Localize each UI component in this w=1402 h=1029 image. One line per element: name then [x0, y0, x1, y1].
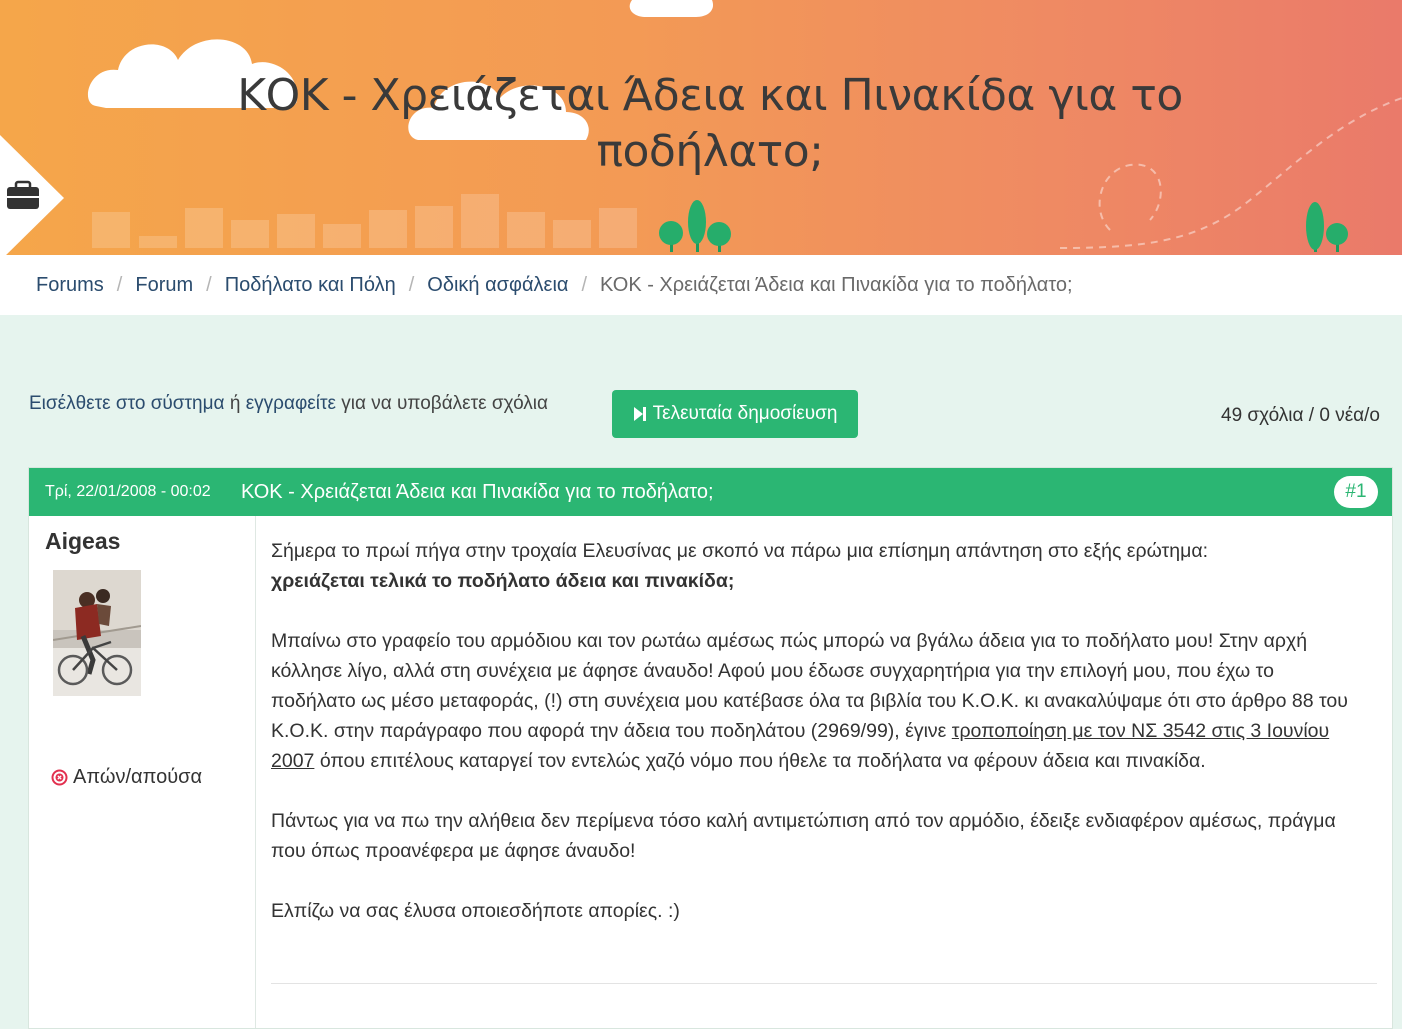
comment-date: Τρί, 22/01/2008 - 00:02 — [45, 483, 211, 500]
login-note: Εισέλθετε στο σύστημα ή εγγραφείτε για ν… — [29, 393, 548, 415]
comment-permalink[interactable]: #1 — [1334, 476, 1378, 508]
comment-p1-text: Σήμερα το πρωί πήγα στην τροχαία Ελευσίν… — [271, 540, 1209, 562]
comment-paragraph-2: Μπαίνω στο γραφείο του αρμόδιου και τον … — [271, 626, 1361, 776]
author-status: Απών/απούσα — [51, 766, 202, 789]
side-menu-toggle[interactable] — [0, 135, 64, 255]
briefcase-icon — [0, 135, 64, 255]
login-or-text: ή — [229, 393, 241, 414]
skyline-decoration — [92, 194, 637, 248]
page-banner: ΚΟΚ - Χρειάζεται Άδεια και Πινακίδα για … — [0, 0, 1402, 255]
avatar[interactable] — [53, 570, 141, 696]
breadcrumb-separator: / — [581, 274, 588, 296]
comment-header: Τρί, 22/01/2008 - 00:02 ΚΟΚ - Χρειάζεται… — [29, 468, 1392, 516]
author-pane: Aigeas Απών/απούσα — [29, 516, 256, 1028]
breadcrumb-separator: / — [206, 274, 212, 296]
breadcrumb-link-forum[interactable]: Forum — [135, 255, 193, 315]
breadcrumb-link-forums[interactable]: Forums — [36, 255, 104, 315]
comment-divider — [271, 983, 1377, 984]
login-link[interactable]: Εισέλθετε στο σύστημα — [29, 393, 225, 414]
comment-card: Τρί, 22/01/2008 - 00:02 ΚΟΚ - Χρειάζεται… — [28, 467, 1393, 1029]
breadcrumb: Forums / Forum / Ποδήλατο και Πόλη / Οδι… — [0, 255, 1402, 315]
breadcrumb-current: ΚΟΚ - Χρειάζεται Άδεια και Πινακίδα για … — [600, 274, 1073, 296]
comment-paragraph-3: Πάντως για να πω την αλήθεια δεν περίμεν… — [271, 810, 1336, 862]
breadcrumb-separator: / — [408, 274, 415, 296]
comment-count: 49 σχόλια / 0 νέα/ο — [1221, 405, 1380, 426]
comment-p2-after: όπου επιτέλους καταργεί τον εντελώς χαζό… — [319, 750, 1206, 772]
login-note-suffix: για να υποβάλετε σχόλια — [341, 393, 549, 414]
comment-paragraph-1: Σήμερα το πρωί πήγα στην τροχαία Ελευσίν… — [271, 536, 1361, 596]
skip-forward-icon — [633, 407, 646, 421]
page-title: ΚΟΚ - Χρειάζεται Άδεια και Πινακίδα για … — [237, 70, 1183, 177]
breadcrumb-link-road-safety[interactable]: Οδική ασφάλεια — [427, 255, 568, 315]
last-post-button-label: Τελευταία δημοσίευση — [652, 403, 838, 424]
comment-p1-bold: χρειάζεται τελικά το ποδήλατο άδεια και … — [271, 570, 735, 592]
tree-decoration — [659, 200, 1348, 252]
breadcrumb-link-bicycle-city[interactable]: Ποδήλατο και Πόλη — [225, 255, 396, 315]
author-name[interactable]: Aigeas — [45, 528, 120, 555]
register-link[interactable]: εγγραφείτε — [246, 393, 336, 414]
comment-paragraph-4: Ελπίζω να σας έλυσα οποιεσδήποτε απορίες… — [271, 900, 680, 922]
breadcrumb-separator: / — [116, 274, 123, 296]
author-status-text: Απών/απούσα — [73, 766, 203, 788]
comment-subject[interactable]: ΚΟΚ - Χρειάζεται Άδεια και Πινακίδα για … — [241, 481, 714, 504]
comment-body: Σήμερα το πρωί πήγα στην τροχαία Ελευσίν… — [271, 536, 1361, 956]
last-post-button[interactable]: Τελευταία δημοσίευση — [612, 390, 858, 438]
close-circle-icon — [51, 769, 68, 786]
